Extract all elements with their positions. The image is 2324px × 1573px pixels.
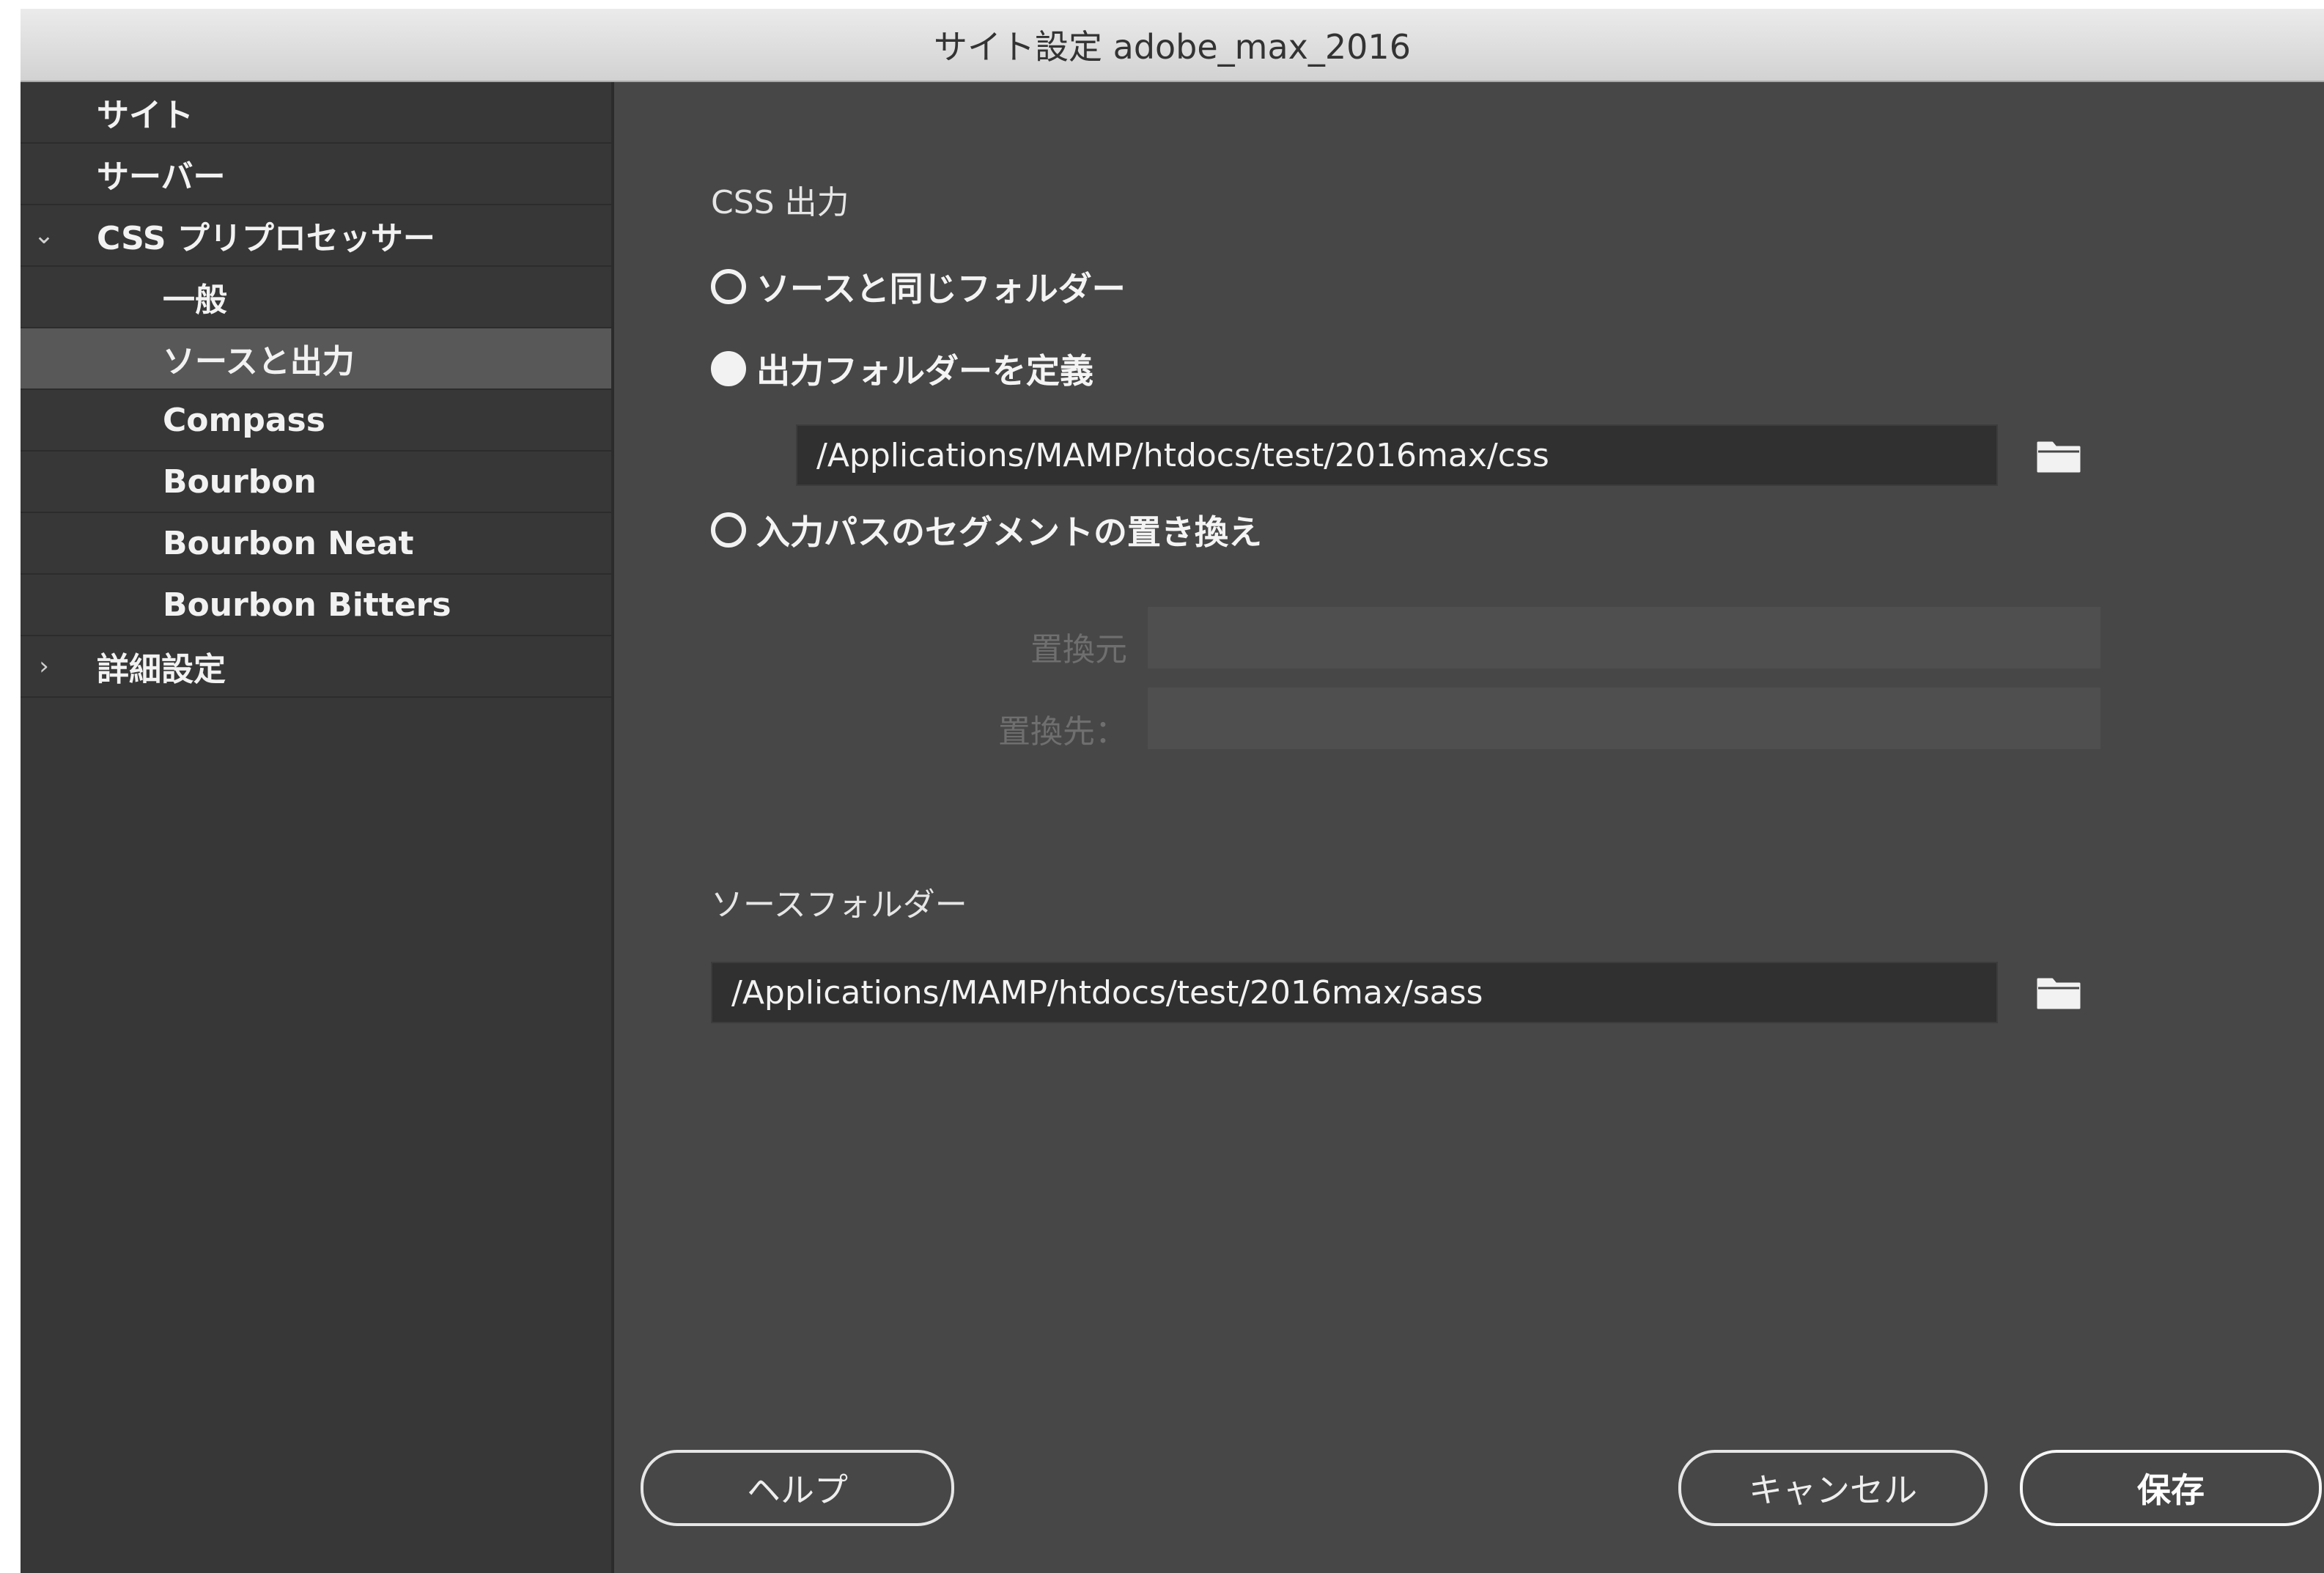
sidebar-item-bourbon-neat[interactable]: Bourbon Neat [21,513,611,575]
radio-button[interactable] [711,512,746,548]
help-button[interactable]: ヘルプ [641,1450,954,1526]
save-button[interactable]: 保存 [2020,1450,2322,1526]
folder-icon [2037,441,2081,473]
radio-button[interactable] [711,269,746,304]
radio-label: 出力フォルダーを定義 [756,351,1093,391]
settings-sidebar: サイト サーバー ⌄ CSS プリプロセッサー 一般 ソースと出力 Compas… [21,82,614,1573]
radio-replace-path-segment[interactable]: 入力パスのセグメントの置き換え [711,506,1262,554]
sidebar-item-label: Bourbon Bitters [163,586,451,624]
folder-icon [2037,978,2081,1009]
radio-label: ソースと同じフォルダー [756,269,1126,309]
site-settings-dialog: サイト設定 adobe_max_2016 サイト サーバー ⌄ CSS プリプロ… [21,9,2324,1573]
radio-label: 入力パスのセグメントの置き換え [756,512,1262,552]
output-folder-value: /Applications/MAMP/htdocs/test/2016max/c… [816,436,1549,474]
sidebar-item-source-and-output[interactable]: ソースと出力 [21,328,611,390]
output-folder-browse-button[interactable] [2036,437,2081,474]
title-bar: サイト設定 adobe_max_2016 [21,9,2324,82]
replace-to-field[interactable] [1148,688,2100,749]
window-title: サイト設定 adobe_max_2016 [934,27,1411,67]
sidebar-item-compass[interactable]: Compass [21,390,611,452]
radio-same-folder[interactable]: ソースと同じフォルダー [711,262,1126,311]
sidebar-item-css-preprocessor[interactable]: ⌄ CSS プリプロセッサー [21,205,611,267]
sidebar-item-label: Bourbon [163,463,317,501]
sidebar-item-label: CSS プリプロセッサー [97,220,435,257]
css-output-heading: CSS 出力 [711,184,849,221]
sidebar-item-label: サーバー [97,158,226,196]
sidebar-item-server[interactable]: サーバー [21,144,611,205]
sidebar-item-general[interactable]: 一般 [21,267,611,328]
sidebar-item-bourbon[interactable]: Bourbon [21,452,611,513]
sidebar-item-bourbon-bitters[interactable]: Bourbon Bitters [21,575,611,636]
radio-define-output-folder[interactable]: 出力フォルダーを定義 [711,345,1093,393]
sidebar-item-advanced[interactable]: › 詳細設定 [21,636,611,698]
chevron-right-icon[interactable]: › [29,636,59,696]
sidebar-item-label: サイト [97,97,193,134]
replace-to-label: 置換先： [998,713,1127,751]
output-folder-field[interactable]: /Applications/MAMP/htdocs/test/2016max/c… [796,424,1998,486]
source-folder-value: /Applications/MAMP/htdocs/test/2016max/s… [731,973,1483,1012]
cancel-button[interactable]: キャンセル [1678,1450,1988,1526]
sidebar-item-site[interactable]: サイト [21,82,611,144]
source-folder-browse-button[interactable] [2036,973,2081,1010]
sidebar-item-label: Bourbon Neat [163,524,414,562]
sidebar-item-label: 一般 [163,281,227,319]
chevron-down-icon[interactable]: ⌄ [29,205,59,265]
source-folder-heading: ソースフォルダー [711,886,967,924]
sidebar-item-label: Compass [163,401,325,439]
sidebar-item-label: 詳細設定 [97,651,226,688]
replace-from-label: 置換元 [1030,631,1127,668]
replace-from-field[interactable] [1148,607,2100,668]
radio-button-selected[interactable] [711,351,746,386]
source-folder-field[interactable]: /Applications/MAMP/htdocs/test/2016max/s… [711,962,1998,1023]
sidebar-item-label: ソースと出力 [163,343,355,380]
